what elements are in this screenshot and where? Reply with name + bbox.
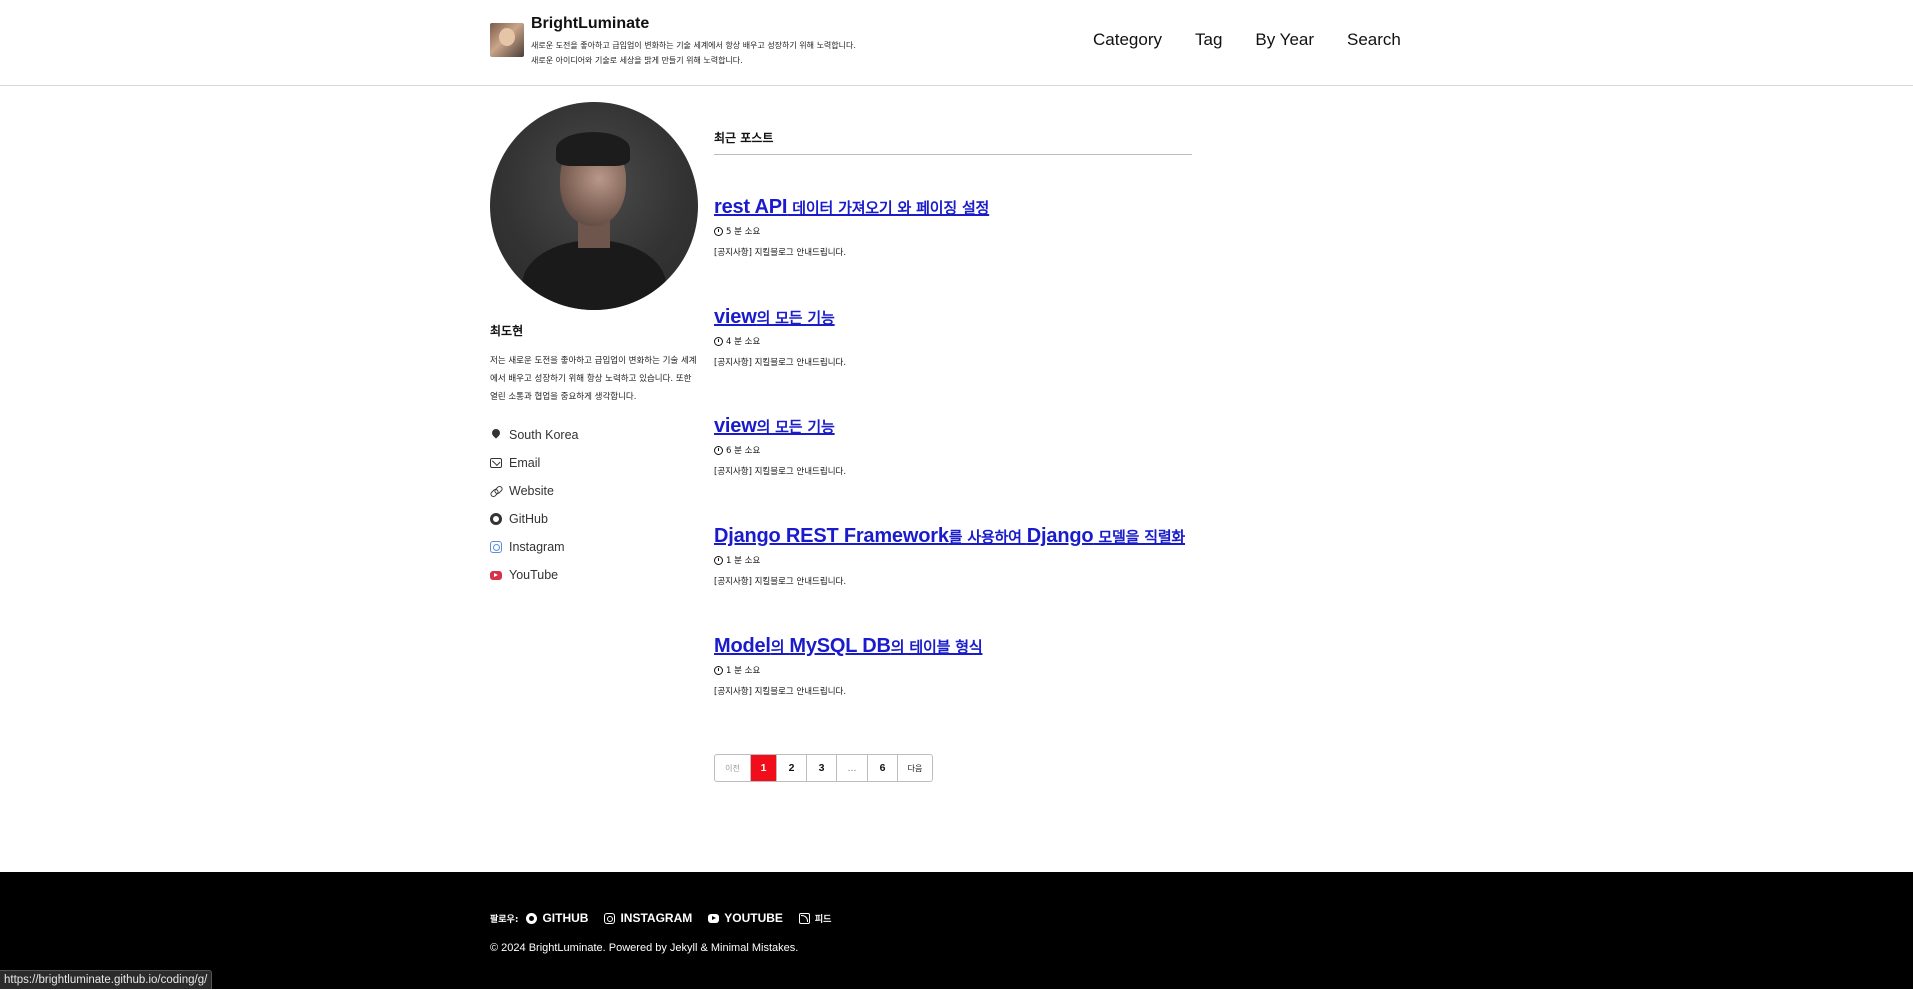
pagination-next[interactable]: 다음 <box>898 755 932 781</box>
post-title-link[interactable]: Django REST Framework를 사용하여 Django 모델을 직… <box>714 525 1185 548</box>
author-links: South Korea Email Website GitHub Instagr… <box>490 421 579 589</box>
post-item: Model의 MySQL DB의 테이블 형식 1 분 소요 [공지사항] 지킬… <box>714 635 983 697</box>
author-link-instagram[interactable]: Instagram <box>490 533 579 561</box>
post-title-link[interactable]: rest API 데이터 가져오기 와 페이징 설정 <box>714 196 989 219</box>
follow-label: 팔로우: <box>490 914 519 925</box>
footer-link-github[interactable]: GITHUB <box>526 911 588 925</box>
author-link-label: Instagram <box>509 540 565 554</box>
post-item: view의 모든 기능 4 분 소요 [공지사항] 지킬블로그 안내드립니다. <box>714 306 846 368</box>
site-title[interactable]: BrightLuminate <box>531 15 649 33</box>
post-title-link[interactable]: view의 모든 기능 <box>714 415 846 438</box>
footer-copyright: © 2024 BrightLuminate. Powered by Jekyll… <box>490 942 799 954</box>
author-link-email[interactable]: Email <box>490 449 579 477</box>
footer-link-instagram[interactable]: INSTAGRAM <box>604 911 692 925</box>
author-link-label: Website <box>509 484 554 498</box>
pagination: 이전 1 2 3 ... 6 다음 <box>714 754 933 782</box>
post-excerpt: [공지사항] 지킬블로그 안내드립니다. <box>714 687 847 697</box>
pagination-prev[interactable]: 이전 <box>715 755 751 781</box>
clock-icon <box>714 445 723 455</box>
post-item: rest API 데이터 가져오기 와 페이징 설정 5 분 소요 [공지사항]… <box>714 196 989 258</box>
map-marker-icon <box>490 429 502 441</box>
pagination-page-2[interactable]: 2 <box>777 755 807 781</box>
post-read-time: 4 분 소요 <box>714 335 846 347</box>
youtube-icon <box>490 570 502 580</box>
youtube-icon <box>708 913 720 923</box>
post-title-link[interactable]: view의 모든 기능 <box>714 306 846 329</box>
clock-icon <box>714 336 723 346</box>
author-link-label: YouTube <box>509 568 559 582</box>
section-title: 최근 포스트 <box>714 131 774 145</box>
post-excerpt: [공지사항] 지킬블로그 안내드립니다. <box>714 577 847 587</box>
post-excerpt: [공지사항] 지킬블로그 안내드립니다. <box>714 358 847 368</box>
instagram-icon <box>604 912 616 924</box>
footer-link-feed[interactable]: 피드 <box>798 912 831 925</box>
author-name: 최도현 <box>490 324 524 338</box>
post-excerpt: [공지사항] 지킬블로그 안내드립니다. <box>714 467 847 477</box>
page-footer: 팔로우: GITHUB INSTAGRAM YOUTUBE 피드 © 2024 … <box>0 872 1913 989</box>
author-link-label: GitHub <box>509 512 548 526</box>
link-icon <box>490 485 502 497</box>
post-read-time: 1 분 소요 <box>714 664 982 676</box>
rss-icon <box>798 912 810 924</box>
author-link-github[interactable]: GitHub <box>490 505 579 533</box>
section-divider <box>714 154 1192 155</box>
site-subtitle-line1: 새로운 도전을 좋아하고 급입업이 변화하는 기술 세계에서 항상 배우고 성장… <box>531 41 856 50</box>
author-link-location[interactable]: South Korea <box>490 421 579 449</box>
post-item: view의 모든 기능 6 분 소요 [공지사항] 지킬블로그 안내드립니다. <box>714 415 846 477</box>
author-link-label: South Korea <box>509 428 579 442</box>
footer-follow: 팔로우: GITHUB INSTAGRAM YOUTUBE 피드 <box>490 911 847 925</box>
post-read-time: 6 분 소요 <box>714 444 846 456</box>
author-link-website[interactable]: Website <box>490 477 579 505</box>
post-read-time: 5 분 소요 <box>714 225 989 237</box>
site-logo[interactable] <box>490 23 524 57</box>
post-item: Django REST Framework를 사용하여 Django 모델을 직… <box>714 525 1185 587</box>
browser-status-url: https://brightluminate.github.io/coding/… <box>0 970 213 989</box>
pagination-page-3[interactable]: 3 <box>807 755 837 781</box>
pagination-page-1[interactable]: 1 <box>751 755 777 781</box>
author-link-label: Email <box>509 456 541 470</box>
clock-icon <box>714 665 723 675</box>
site-subtitle-line2: 새로운 아이디어와 기술로 세상을 밝게 만들기 위해 노력합니다. <box>531 56 743 65</box>
post-title-link[interactable]: Model의 MySQL DB의 테이블 형식 <box>714 635 983 658</box>
pagination-ellipsis: ... <box>837 755 868 781</box>
nav-by-year[interactable]: By Year <box>1255 30 1314 50</box>
nav-tag[interactable]: Tag <box>1195 30 1222 50</box>
footer-link-youtube[interactable]: YOUTUBE <box>708 911 783 925</box>
author-avatar <box>490 102 698 310</box>
instagram-icon <box>490 541 502 553</box>
pagination-page-6[interactable]: 6 <box>868 755 898 781</box>
author-link-youtube[interactable]: YouTube <box>490 561 579 589</box>
author-bio: 저는 새로운 도전을 좋아하고 급입업이 변화하는 기술 세계에서 배우고 성장… <box>490 356 697 402</box>
envelope-icon <box>490 458 502 468</box>
main-nav: Category Tag By Year Search <box>1093 30 1434 50</box>
post-read-time: 1 분 소요 <box>714 554 1185 566</box>
post-excerpt: [공지사항] 지킬블로그 안내드립니다. <box>714 248 847 258</box>
clock-icon <box>714 226 723 236</box>
github-icon <box>490 513 502 525</box>
github-icon <box>526 912 538 924</box>
clock-icon <box>714 555 723 565</box>
nav-category[interactable]: Category <box>1093 30 1162 50</box>
masthead: BrightLuminate 새로운 도전을 좋아하고 급입업이 변화하는 기술… <box>0 0 1913 86</box>
nav-search[interactable]: Search <box>1347 30 1401 50</box>
